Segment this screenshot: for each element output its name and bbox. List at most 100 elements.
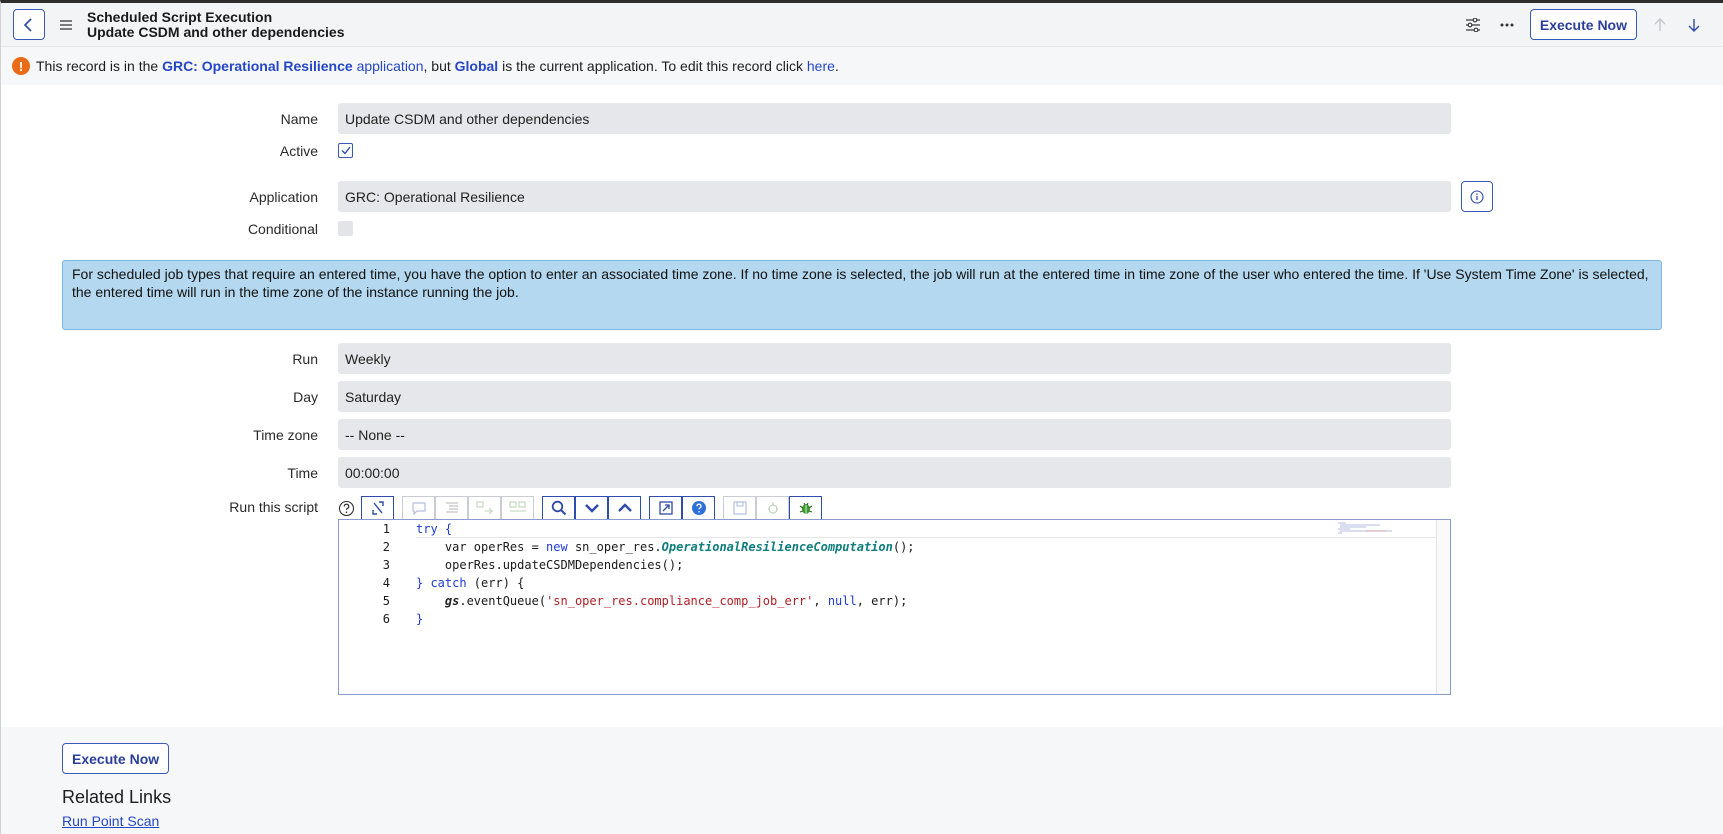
record-subtitle: Update CSDM and other dependencies: [87, 23, 345, 40]
bug-icon: [799, 502, 812, 514]
syntax-toggle-icon: [371, 501, 384, 515]
save-icon: [732, 501, 747, 515]
script-debugger-button[interactable]: [756, 496, 789, 520]
conditional-label: Conditional: [247, 221, 318, 237]
code-token: ,: [813, 594, 828, 608]
full-screen-button[interactable]: [649, 496, 682, 520]
edit-here-link[interactable]: here: [807, 58, 835, 74]
scope-warning-bar: ! This record is in the GRC: Operational…: [1, 47, 1723, 85]
line-number: 6: [382, 612, 390, 626]
application-link[interactable]: GRC: Operational Resilience: [162, 58, 353, 74]
code-token: }: [416, 576, 431, 590]
script-editor[interactable]: 1 2 3 4 5 6 try { var operRes = new sn_o…: [338, 519, 1451, 695]
search-button[interactable]: [542, 496, 575, 520]
settings-sliders-icon: [1465, 17, 1480, 32]
replace-button[interactable]: [468, 496, 501, 520]
code-line: gs.eventQueue('sn_oper_res.compliance_co…: [416, 592, 1436, 610]
previous-record-button[interactable]: [1643, 10, 1677, 40]
personalize-button[interactable]: [1456, 10, 1490, 40]
save-script-button[interactable]: [723, 496, 756, 520]
active-row: Active: [1, 140, 1723, 162]
day-select[interactable]: Saturday: [338, 381, 1451, 412]
code-line: var operRes = new sn_oper_res.Operationa…: [416, 538, 1436, 556]
menu-icon: [60, 19, 72, 30]
line-number: 5: [382, 594, 390, 608]
replace-all-button[interactable]: [501, 496, 534, 520]
keyword: catch: [430, 576, 467, 590]
active-checkbox[interactable]: [338, 143, 353, 158]
application-row: Application GRC: Operational Resilience: [1, 181, 1723, 212]
conditional-checkbox[interactable]: [338, 221, 353, 236]
script-row: Run this script: [1, 496, 1723, 518]
debug-icon: [767, 502, 778, 514]
page-title: Scheduled Script Execution: [87, 8, 273, 25]
time-zone-notice: For scheduled job types that require an …: [62, 260, 1662, 330]
run-row: Run Weekly: [1, 343, 1723, 374]
code-token: {: [437, 522, 453, 536]
script-editor-toolbar: [338, 496, 822, 520]
toggle-syntax-button[interactable]: [361, 496, 394, 520]
script-label: Run this script: [229, 499, 318, 515]
find-next-button[interactable]: [575, 496, 608, 520]
day-label: Day: [293, 388, 318, 405]
chevron-down-icon: [584, 504, 599, 513]
comment-icon: [411, 502, 426, 515]
code-line: operRes.updateCSDMDependencies();: [416, 558, 684, 572]
editor-scrollbar[interactable]: [1436, 520, 1450, 694]
script-help-button[interactable]: [682, 496, 715, 520]
chevron-up-icon: [617, 503, 632, 512]
run-debugger-button[interactable]: [789, 496, 822, 520]
application-field[interactable]: GRC: Operational Resilience: [338, 181, 1451, 212]
back-button[interactable]: [13, 9, 45, 40]
conditional-row: Conditional: [1, 218, 1723, 240]
keyword: try: [416, 522, 438, 536]
code-minimap: [1338, 522, 1392, 534]
class-name: OperationalResilienceComputation: [661, 540, 893, 554]
run-point-scan-link[interactable]: Run Point Scan: [62, 813, 159, 829]
expand-icon: [658, 501, 673, 515]
info-icon: [1470, 189, 1484, 204]
format-icon: [445, 502, 458, 513]
code-line: }: [416, 612, 424, 626]
code-line: } catch (err) {: [416, 574, 1436, 592]
comment-button[interactable]: [402, 496, 435, 520]
header-actions: Execute Now: [1456, 9, 1711, 40]
more-options-button[interactable]: [1490, 10, 1524, 40]
more-icon: [1500, 23, 1514, 26]
keyword: new: [546, 540, 568, 554]
application-word-link[interactable]: application: [357, 58, 424, 74]
search-icon: [551, 500, 566, 516]
keyword: null: [827, 594, 857, 608]
format-code-button[interactable]: [435, 496, 468, 520]
application-info-button[interactable]: [1461, 181, 1493, 212]
name-field[interactable]: Update CSDM and other dependencies: [338, 103, 1451, 134]
code-token: , err);: [856, 594, 908, 608]
time-field[interactable]: 00:00:00: [338, 457, 1451, 488]
timezone-select[interactable]: -- None --: [338, 419, 1451, 450]
execute-now-button[interactable]: Execute Now: [1529, 9, 1637, 40]
timezone-label: Time zone: [253, 426, 318, 443]
code-token: ();: [892, 540, 915, 554]
context-menu-button[interactable]: [55, 19, 77, 30]
run-select[interactable]: Weekly: [338, 343, 1451, 374]
back-icon: [23, 17, 32, 32]
form-header: Scheduled Script Execution Update CSDM a…: [1, 3, 1723, 47]
day-row: Day Saturday: [1, 381, 1723, 412]
help-icon[interactable]: [338, 500, 355, 517]
scope-message-prefix: This record is in the: [36, 58, 159, 74]
run-label: Run: [292, 350, 318, 367]
scope-message-middle: , but: [423, 58, 451, 74]
code-area[interactable]: try { var operRes = new sn_oper_res.Oper…: [416, 520, 1436, 628]
string-literal: 'sn_oper_res.compliance_comp_job_err': [546, 594, 814, 608]
next-record-button[interactable]: [1677, 10, 1711, 40]
line-number: 3: [382, 558, 390, 572]
time-label: Time: [287, 464, 318, 481]
scope-message-suffix: is the current application. To edit this…: [502, 58, 803, 74]
find-previous-button[interactable]: [608, 496, 641, 520]
form-footer: [1, 727, 1723, 834]
code-line: try {: [416, 520, 1436, 538]
execute-now-bottom-button[interactable]: Execute Now: [62, 743, 170, 774]
line-number-gutter: 1 2 3 4 5 6: [339, 520, 395, 628]
time-row: Time 00:00:00: [1, 457, 1723, 488]
global-link[interactable]: Global: [455, 58, 499, 74]
